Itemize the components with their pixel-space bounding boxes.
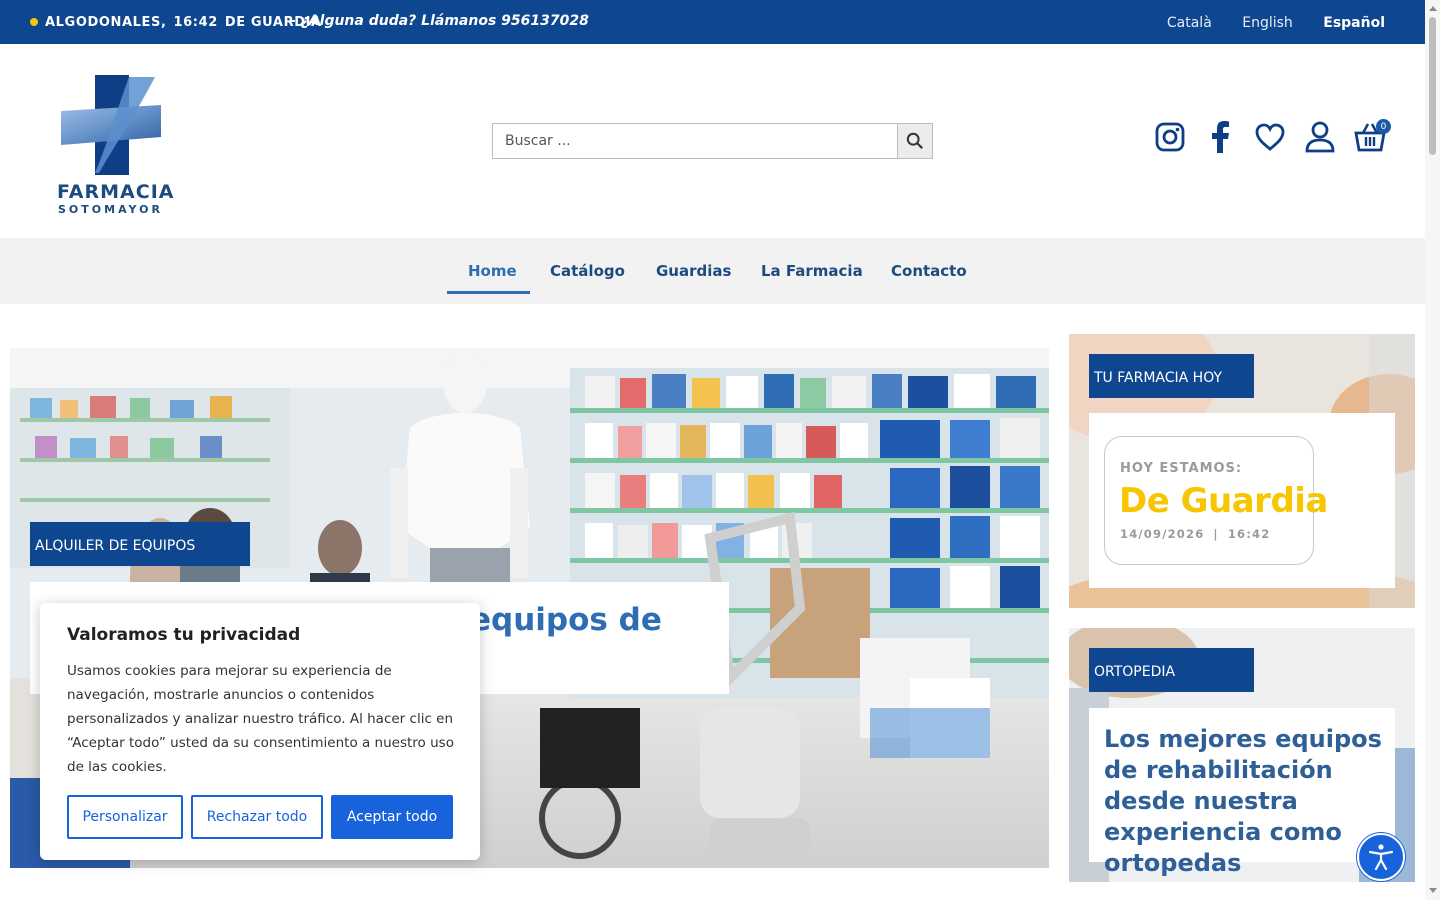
search-box	[492, 123, 933, 159]
scroll-thumb[interactable]	[1429, 17, 1436, 155]
main-nav: Home Catálogo Guardias La Farmacia Conta…	[0, 238, 1425, 304]
hero-title-text[interactable]: equipos de	[470, 600, 662, 640]
scroll-down-arrow[interactable]	[1429, 888, 1437, 893]
scroll-up-arrow[interactable]	[1429, 6, 1437, 11]
search-input[interactable]	[493, 124, 898, 158]
guardia-datetime: 14/09/2026 | 16:42	[1120, 527, 1270, 541]
instagram-icon[interactable]	[1152, 119, 1188, 155]
accessibility-button[interactable]	[1357, 833, 1405, 881]
reject-all-button[interactable]: Rechazar todo	[191, 795, 323, 839]
status-dot	[30, 18, 38, 26]
lang-espanol[interactable]: Español	[1323, 15, 1385, 31]
location-text: ALGODONALES,	[45, 15, 167, 30]
time-text: 16:42	[173, 15, 218, 30]
top-bar: ALGODONALES, 16:42 DE GUARDIA - ¿Alguna du…	[0, 0, 1425, 44]
logo-name: FARMACIA	[57, 181, 175, 203]
contact-cta[interactable]: - ¿Alguna duda? Llámanos 956137028	[290, 13, 589, 29]
nav-contacto[interactable]: Contacto	[891, 262, 967, 280]
page-scrollbar[interactable]	[1425, 0, 1440, 900]
nav-active-underline	[447, 291, 530, 294]
site-header: FARMACIA SOTOMAYOR	[0, 44, 1425, 238]
cart-count-badge: 0	[1376, 119, 1391, 134]
nav-la-farmacia[interactable]: La Farmacia	[761, 262, 863, 280]
cookie-consent-dialog: Valoramos tu privacidad Usamos cookies p…	[40, 603, 480, 860]
cookie-title: Valoramos tu privacidad	[67, 625, 301, 645]
search-icon	[906, 132, 923, 149]
hero-category-tag[interactable]: ALQUILER DE EQUIPOS	[30, 522, 250, 566]
cookie-text: Usamos cookies para mejorar su experienc…	[67, 663, 454, 775]
accept-all-button[interactable]: Aceptar todo	[331, 795, 453, 839]
customize-button[interactable]: Personalizar	[67, 795, 183, 839]
guardia-separator: |	[1213, 527, 1219, 541]
guardia-value: De Guardia	[1119, 481, 1328, 521]
heart-icon[interactable]	[1252, 119, 1288, 155]
guardia-date: 14/09/2026	[1120, 527, 1205, 541]
user-icon[interactable]	[1302, 119, 1338, 155]
nav-guardias[interactable]: Guardias	[656, 262, 731, 280]
sidebar-tag-ortopedia[interactable]: ORTOPEDIA	[1089, 648, 1254, 692]
facebook-icon[interactable]	[1202, 119, 1238, 155]
ortopedia-title[interactable]: Los mejores equipos de rehabilitación de…	[1104, 724, 1394, 879]
guardia-status: ALGODONALES, 16:42 DE GUARDIA	[45, 15, 329, 30]
sidebar-tag-tu-farmacia-hoy[interactable]: TU FARMACIA HOY	[1089, 354, 1254, 398]
nav-catalogo[interactable]: Catálogo	[550, 262, 625, 280]
guardia-label: HOY ESTAMOS:	[1120, 461, 1243, 476]
lang-english[interactable]: English	[1242, 15, 1293, 31]
accessibility-icon	[1368, 844, 1394, 871]
guardia-status-card: HOY ESTAMOS: De Guardia 14/09/2026 | 16:42	[1104, 436, 1328, 565]
search-button[interactable]	[897, 124, 932, 158]
lang-catala[interactable]: Català	[1167, 15, 1212, 31]
guardia-time: 16:42	[1227, 527, 1271, 541]
language-switcher: Català English Español	[1141, 15, 1385, 31]
nav-home[interactable]: Home	[468, 262, 517, 280]
logo-subname: SOTOMAYOR	[58, 203, 163, 216]
